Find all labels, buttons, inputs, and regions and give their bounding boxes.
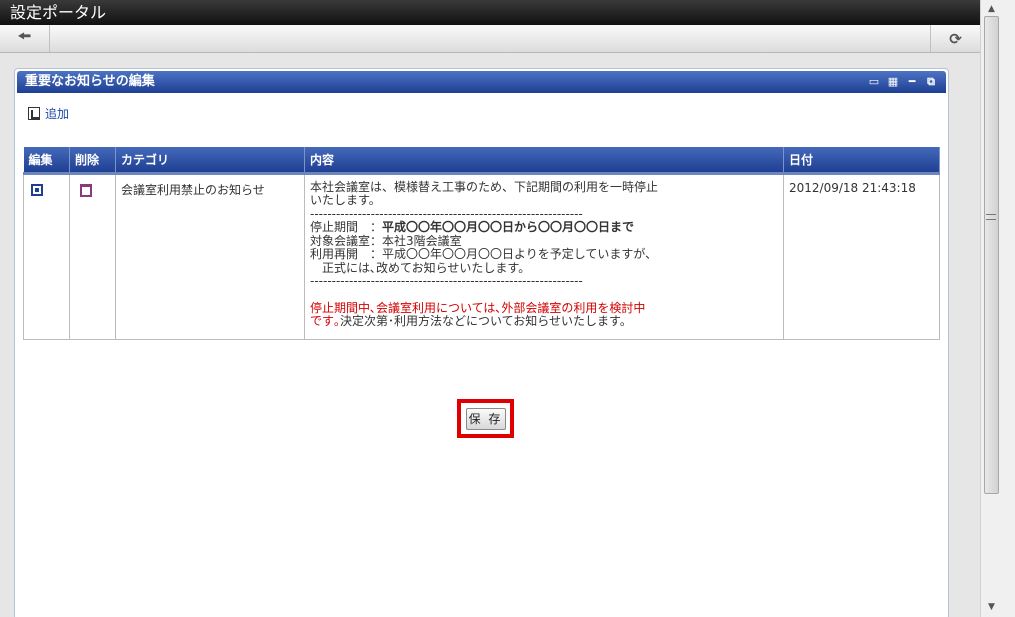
trash-icon[interactable] (80, 183, 92, 197)
scroll-up-icon[interactable]: ▲ (985, 3, 998, 15)
reload-icon[interactable]: ⟳ (930, 25, 980, 52)
date-cell: 2012/09/18 21:43:18 (783, 172, 940, 340)
notices-table: 編集 削除 カテゴリ 内容 日付 会議室利用禁止のお知らせ 本社会議室は、模様替… (23, 147, 940, 340)
browser-toolbar: 🠘 ⟳ (0, 25, 980, 53)
period-value: 平成〇〇年〇〇月〇〇日から〇〇月〇〇日まで (382, 220, 635, 234)
minimize-icon[interactable]: ━ (905, 75, 919, 88)
content-red2-line: です｡決定次第･利用方法などについてお知らせいたします。 (310, 314, 778, 329)
table-row: 会議室利用禁止のお知らせ 本社会議室は、模様替え工事のため、下記期間の利用を一時… (23, 172, 940, 340)
content-target: 対象会議室：本社3階会議室 (310, 233, 462, 248)
header-content: 内容 (304, 147, 784, 175)
header-category: カテゴリ (115, 147, 305, 175)
portlet: 重要なお知らせの編集 ▭ ▦ ━ ⧉ 追加 編集 削除 カテゴリ 内容 日付 会… (14, 68, 949, 617)
content-period: 停止期間 ：平成〇〇年〇〇月〇〇日から〇〇月〇〇日まで (310, 220, 778, 235)
content-red2: です｡ (310, 314, 341, 328)
add-label[interactable]: 追加 (45, 105, 69, 122)
portlet-header-icons: ▭ ▦ ━ ⧉ (867, 75, 938, 88)
save-button-highlight: 保 存 (457, 399, 514, 438)
content-divider-2: ----------------------------------------… (310, 274, 583, 288)
content-resume: 利用再開 ：平成〇〇年〇〇月〇〇日よりを予定していますが、 (310, 247, 658, 261)
scroll-grip-icon (986, 214, 996, 220)
scroll-thumb[interactable] (984, 16, 999, 494)
delete-cell (69, 172, 116, 340)
table-header-row: 編集 削除 カテゴリ 内容 日付 (23, 147, 940, 175)
period-label: 停止期間 ： (310, 220, 383, 234)
scroll-down-icon[interactable]: ▼ (985, 601, 998, 613)
content-gap (310, 289, 778, 302)
display-icon[interactable]: ▭ (867, 75, 881, 88)
header-date: 日付 (783, 147, 940, 175)
content-tail: 決定次第･利用方法などについてお知らせいたします。 (340, 314, 632, 328)
portlet-header: 重要なお知らせの編集 ▭ ▦ ━ ⧉ (17, 71, 946, 93)
back-arrow-icon[interactable]: 🠘 (0, 25, 50, 52)
header-edit: 編集 (23, 147, 70, 175)
add-link[interactable]: 追加 (28, 105, 69, 122)
category-cell: 会議室利用禁止のお知らせ (115, 172, 305, 340)
content-red1: 停止期間中､会議室利用については､外部会議室の利用を検討中 (310, 300, 646, 315)
header-delete: 削除 (69, 147, 116, 175)
add-icon (28, 107, 40, 120)
edit-cell (23, 172, 70, 340)
content-divider: ----------------------------------------… (310, 206, 583, 221)
content-cell: 本社会議室は、模様替え工事のため、下記期間の利用を一時停止 いたします。 ---… (304, 172, 784, 340)
save-button[interactable]: 保 存 (465, 407, 506, 430)
content-line1: 本社会議室は、模様替え工事のため、下記期間の利用を一時停止 (310, 179, 659, 194)
restore-icon[interactable]: ⧉ (924, 75, 938, 88)
content-line2: いたします。 (310, 193, 381, 207)
settings-icon[interactable]: ▦ (886, 75, 900, 88)
window-title: 設定ポータル (0, 0, 980, 25)
portlet-title: 重要なお知らせの編集 (25, 74, 155, 89)
content-resume2: 正式には､改めてお知らせいたします。 (310, 260, 531, 275)
edit-icon[interactable] (31, 183, 43, 196)
